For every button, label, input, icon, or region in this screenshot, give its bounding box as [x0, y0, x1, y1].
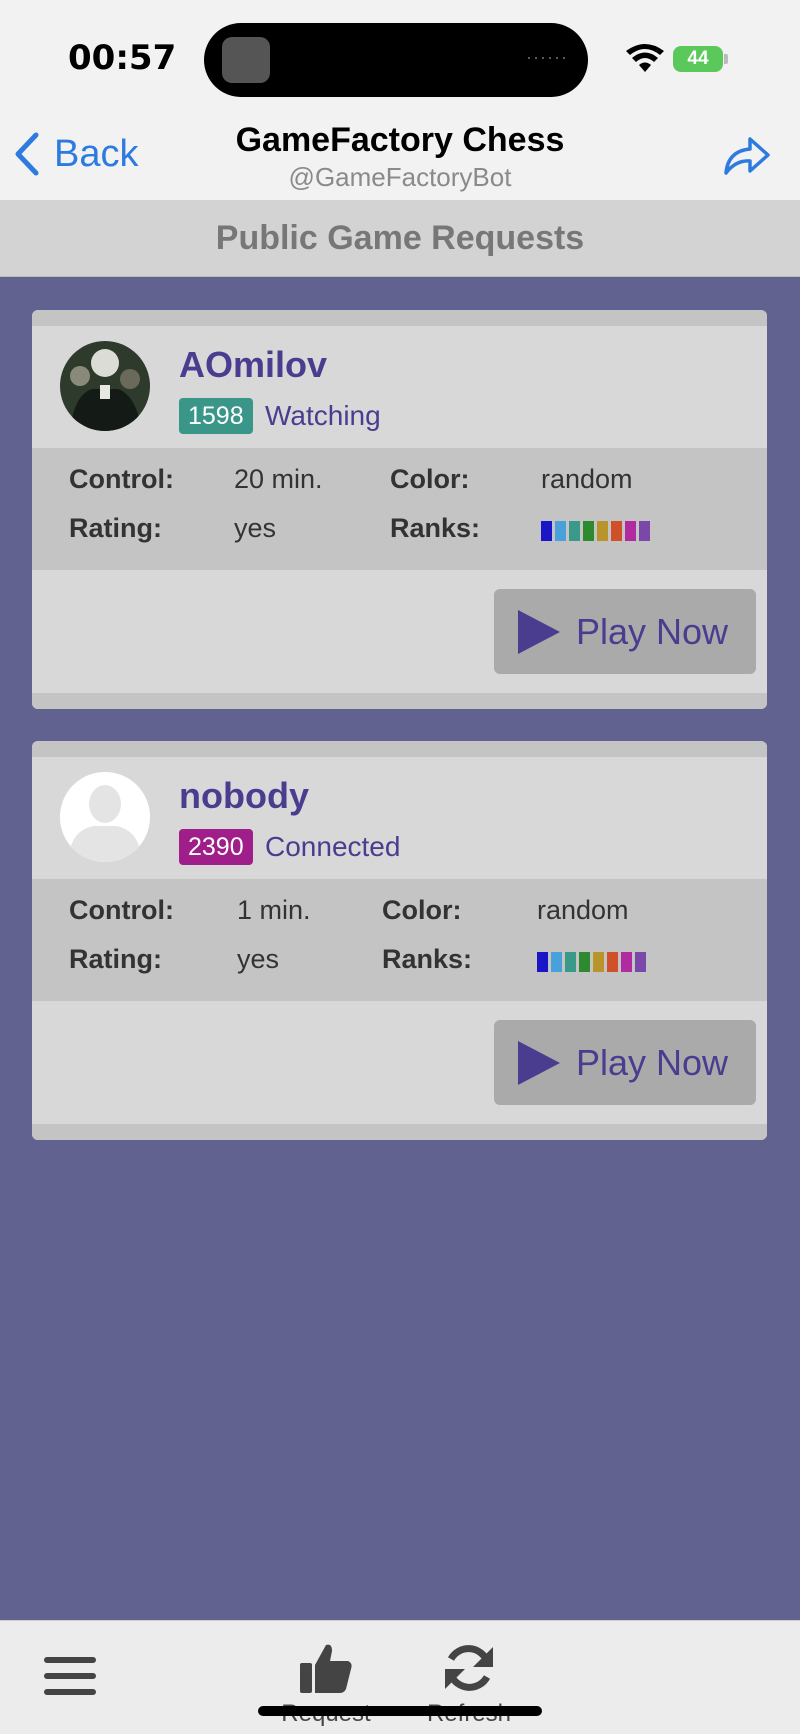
rating-value: yes	[234, 513, 277, 543]
rank-swatch	[555, 521, 566, 541]
default-user-icon	[60, 772, 150, 862]
camera-indicator	[222, 37, 270, 83]
share-icon[interactable]	[722, 133, 772, 177]
navigation-bar: Back GameFactory Chess @GameFactoryBot	[0, 115, 800, 200]
bottom-toolbar: Request Refresh	[0, 1620, 800, 1734]
page-title: GameFactory Chess	[235, 121, 565, 159]
rank-swatch	[635, 952, 646, 972]
rank-swatch	[597, 521, 608, 541]
rank-swatch	[541, 521, 552, 541]
rank-swatch	[607, 952, 618, 972]
status-bar: 00:57 ······ 44	[0, 0, 800, 115]
thumbs-up-icon	[300, 1644, 352, 1693]
player-status: Watching	[265, 400, 381, 431]
color-label: Color:	[390, 464, 470, 494]
play-now-label: Play Now	[576, 1041, 729, 1083]
card-bottom-strip	[32, 693, 767, 709]
play-now-button[interactable]: Play Now	[494, 589, 756, 674]
battery-cap	[724, 54, 728, 64]
rank-swatch	[625, 521, 636, 541]
clock: 00:57	[68, 38, 177, 78]
section-title: Public Game Requests	[0, 200, 800, 277]
rank-swatch	[593, 952, 604, 972]
rating-value: yes	[237, 944, 280, 974]
rating-label: Rating:	[69, 944, 162, 974]
rank-swatch	[611, 521, 622, 541]
rating-badge: 2390	[179, 829, 253, 865]
rating-label: Rating:	[69, 513, 162, 543]
battery-indicator: 44	[673, 46, 723, 72]
rank-swatch	[583, 521, 594, 541]
battery-level: 44	[687, 48, 709, 69]
menu-button[interactable]	[44, 1657, 96, 1701]
avatar[interactable]	[60, 772, 150, 862]
dynamic-island: ······	[204, 23, 588, 97]
rank-swatch	[569, 521, 580, 541]
color-label: Color:	[382, 895, 462, 925]
play-icon	[518, 609, 560, 654]
control-value: 1 min.	[237, 895, 311, 925]
game-request-card: AOmilov 1598 Watching Control: 20 min. C…	[32, 310, 767, 709]
rank-swatch	[565, 952, 576, 972]
play-now-label: Play Now	[576, 610, 729, 652]
color-value: random	[537, 895, 629, 925]
user-photo-icon	[60, 341, 150, 431]
game-details: Control: 20 min. Color: random Rating: y…	[32, 448, 767, 570]
ranks-label: Ranks:	[382, 944, 473, 974]
control-value: 20 min.	[234, 464, 323, 494]
player-status: Connected	[265, 831, 401, 862]
rank-swatch	[639, 521, 650, 541]
refresh-icon	[445, 1645, 493, 1691]
hamburger-icon-bar	[44, 1673, 96, 1679]
rank-swatch	[579, 952, 590, 972]
wifi-icon	[626, 44, 664, 72]
game-request-card: nobody 2390 Connected Control: 1 min. Co…	[32, 741, 767, 1140]
page-subtitle: @GameFactoryBot	[288, 162, 512, 192]
ranks-label: Ranks:	[390, 513, 481, 543]
rank-swatch	[551, 952, 562, 972]
hamburger-icon-bar	[44, 1689, 96, 1695]
rank-swatch	[537, 952, 548, 972]
hamburger-icon-bar	[44, 1657, 96, 1663]
player-name[interactable]: nobody	[179, 775, 309, 817]
card-top-strip	[32, 741, 767, 757]
home-indicator[interactable]	[258, 1706, 542, 1716]
card-top-strip	[32, 310, 767, 326]
rank-swatch	[621, 952, 632, 972]
game-details: Control: 1 min. Color: random Rating: ye…	[32, 879, 767, 1001]
card-bottom-strip	[32, 1124, 767, 1140]
ranks-swatches	[537, 952, 646, 972]
control-label: Control:	[69, 895, 174, 925]
play-icon	[518, 1040, 560, 1085]
player-name[interactable]: AOmilov	[179, 344, 327, 386]
rating-badge: 1598	[179, 398, 253, 434]
island-dots: ······	[526, 47, 568, 67]
control-label: Control:	[69, 464, 174, 494]
ranks-swatches	[541, 521, 650, 541]
play-now-button[interactable]: Play Now	[494, 1020, 756, 1105]
color-value: random	[541, 464, 633, 494]
avatar[interactable]	[60, 341, 150, 431]
